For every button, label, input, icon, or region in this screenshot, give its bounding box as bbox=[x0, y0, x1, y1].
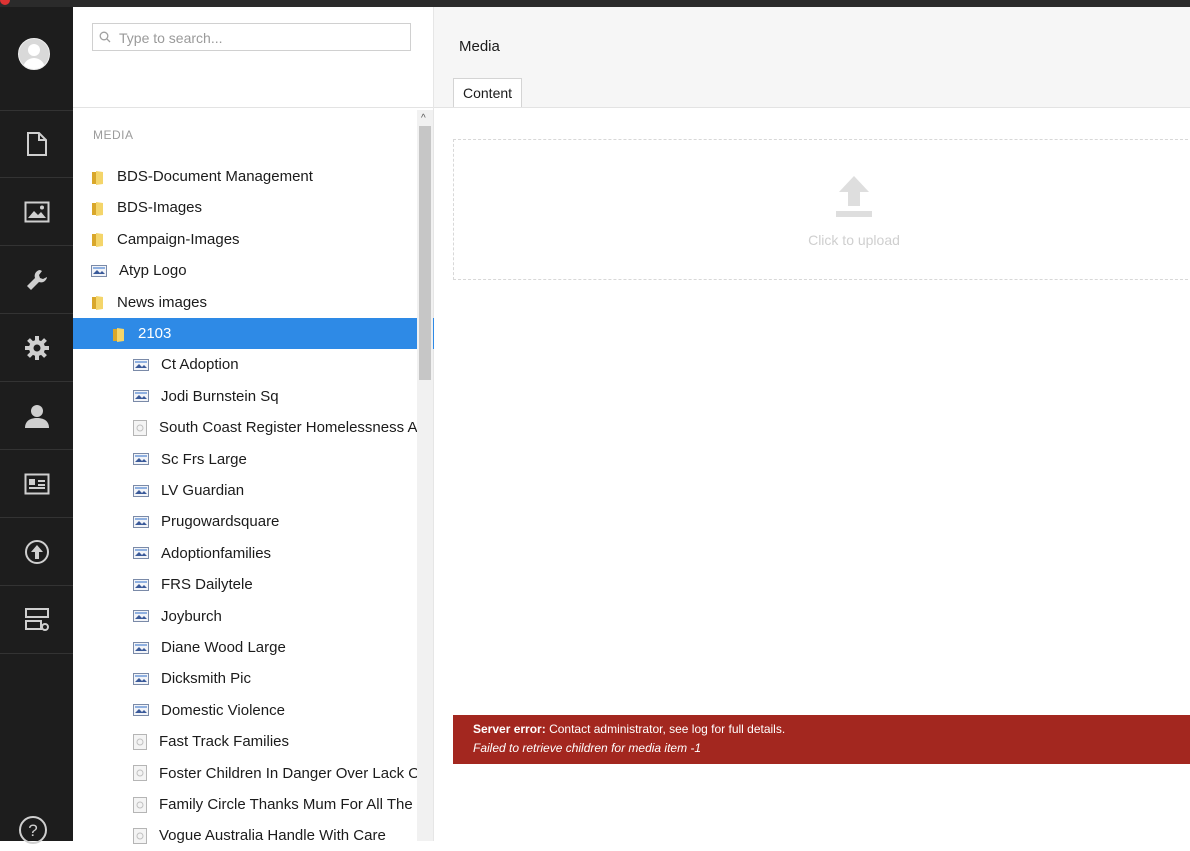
member-card-icon bbox=[24, 473, 49, 494]
tree-node-label: Jodi Burnstein Sq bbox=[161, 387, 279, 405]
folder-icon bbox=[112, 326, 138, 342]
tree-node-label: News images bbox=[117, 293, 208, 311]
image-icon bbox=[133, 610, 161, 623]
tree-node-label: Sc Frs Large bbox=[161, 450, 247, 468]
settings-wrench-icon bbox=[26, 269, 47, 290]
section-members[interactable] bbox=[0, 450, 73, 518]
toolbar-icon bbox=[0, 0, 10, 5]
main-editor: Media Content Click to upload Server err… bbox=[434, 7, 1190, 841]
image-icon bbox=[133, 358, 161, 371]
deploy-icon bbox=[24, 539, 49, 564]
tree-node-label: Atyp Logo bbox=[119, 262, 187, 280]
image-icon bbox=[133, 515, 161, 528]
tree-node-label: Family Circle Thanks Mum For All The L bbox=[159, 796, 426, 813]
section-media[interactable] bbox=[0, 178, 73, 246]
error-title: Server error: bbox=[473, 722, 546, 736]
image-icon bbox=[133, 578, 161, 591]
image-icon bbox=[133, 672, 161, 685]
app-sections-rail: ? bbox=[0, 7, 73, 844]
folder-icon bbox=[91, 200, 117, 216]
section-developer[interactable] bbox=[0, 314, 73, 382]
tree-node-label: South Coast Register Homelessness Av bbox=[159, 419, 425, 437]
browser-toolbar bbox=[0, 0, 1190, 7]
search-box[interactable] bbox=[92, 23, 411, 51]
tree-node[interactable]: BDS-Images bbox=[73, 192, 435, 223]
error-notification: Server error: Contact administrator, see… bbox=[453, 715, 1190, 764]
tree-node-selected[interactable]: 2103 bbox=[73, 318, 456, 349]
folder-icon bbox=[91, 294, 117, 311]
tree-node-label: Vogue Australia Handle With Care bbox=[159, 827, 386, 845]
editor-header: Media Content bbox=[434, 7, 1190, 108]
scroll-up-icon[interactable]: ^ bbox=[421, 114, 426, 124]
avatar[interactable] bbox=[18, 38, 50, 70]
tree-node[interactable]: News images bbox=[73, 287, 435, 318]
image-icon bbox=[133, 453, 161, 466]
section-forms[interactable] bbox=[0, 586, 73, 654]
user-icon bbox=[24, 404, 49, 428]
folder-icon bbox=[91, 231, 117, 248]
media-icon bbox=[24, 201, 49, 222]
tree-node-label: BDS-Images bbox=[117, 199, 203, 217]
section-users[interactable] bbox=[0, 382, 73, 450]
image-icon bbox=[133, 641, 161, 654]
file-icon bbox=[133, 827, 159, 844]
help-button[interactable]: ? bbox=[18, 815, 48, 850]
scrollbar-thumb[interactable] bbox=[419, 126, 431, 380]
tree-node-label: Dicksmith Pic bbox=[161, 670, 252, 688]
tree-node-label: BDS-Document Management bbox=[117, 168, 313, 185]
section-content[interactable] bbox=[0, 110, 73, 178]
tab-content[interactable]: Content bbox=[453, 78, 523, 107]
error-message: Contact administrator, see log for full … bbox=[549, 722, 786, 736]
upload-label: Click to upload bbox=[808, 232, 900, 248]
tree-node-label: LV Guardian bbox=[161, 482, 245, 499]
media-tree-panel: MEDIA BDS-Document Management BDS-Images C… bbox=[73, 7, 456, 845]
tree-node-label: Fast Track Families bbox=[159, 733, 290, 751]
search-icon bbox=[99, 31, 111, 43]
content-icon bbox=[26, 131, 47, 156]
image-icon bbox=[133, 484, 161, 497]
search-area bbox=[73, 7, 433, 108]
tree-node[interactable]: Atyp Logo bbox=[73, 255, 435, 286]
tree-node-label: FRS Dailytele bbox=[161, 576, 253, 594]
tree-node-label: Joyburch bbox=[161, 607, 222, 625]
file-icon bbox=[133, 765, 159, 782]
tree-node[interactable]: Campaign-Images bbox=[73, 224, 435, 255]
image-icon bbox=[91, 264, 119, 277]
upload-icon bbox=[836, 176, 872, 217]
image-icon bbox=[133, 547, 161, 560]
tree-section-title: MEDIA bbox=[93, 128, 134, 142]
tree-node-label: 2103 bbox=[138, 325, 172, 342]
tree-node-label: Foster Children In Danger Over Lack Of bbox=[159, 764, 425, 782]
error-headline: Server error: Contact administrator, see… bbox=[473, 722, 1190, 737]
search-input[interactable] bbox=[117, 28, 406, 48]
image-icon bbox=[133, 390, 161, 403]
tree-node-label: Prugowardsquare bbox=[161, 513, 280, 531]
section-deploy[interactable] bbox=[0, 518, 73, 586]
tree-node[interactable]: BDS-Document Management bbox=[73, 161, 435, 192]
svg-text:?: ? bbox=[28, 821, 37, 840]
error-detail: Failed to retrieve children for media it… bbox=[473, 741, 702, 755]
section-settings[interactable] bbox=[0, 246, 73, 314]
file-icon bbox=[133, 419, 159, 436]
tree-node-label: Campaign-Images bbox=[117, 230, 240, 248]
file-icon bbox=[133, 796, 159, 813]
tree-node-label: Ct Adoption bbox=[161, 356, 239, 374]
forms-icon bbox=[24, 607, 49, 631]
page-title: Media bbox=[459, 38, 500, 55]
folder-icon bbox=[91, 169, 117, 185]
user-avatar-area bbox=[0, 7, 73, 111]
tree-scrollbar[interactable]: ^ bbox=[417, 110, 433, 841]
tree-node-label: Diane Wood Large bbox=[161, 639, 286, 656]
gear-icon bbox=[24, 335, 49, 360]
image-icon bbox=[133, 704, 161, 717]
tree-node-label: Adoptionfamilies bbox=[161, 544, 272, 562]
upload-dropzone[interactable]: Click to upload bbox=[453, 139, 1190, 280]
file-icon bbox=[133, 733, 159, 750]
tree-node-label: Domestic Violence bbox=[161, 701, 285, 719]
